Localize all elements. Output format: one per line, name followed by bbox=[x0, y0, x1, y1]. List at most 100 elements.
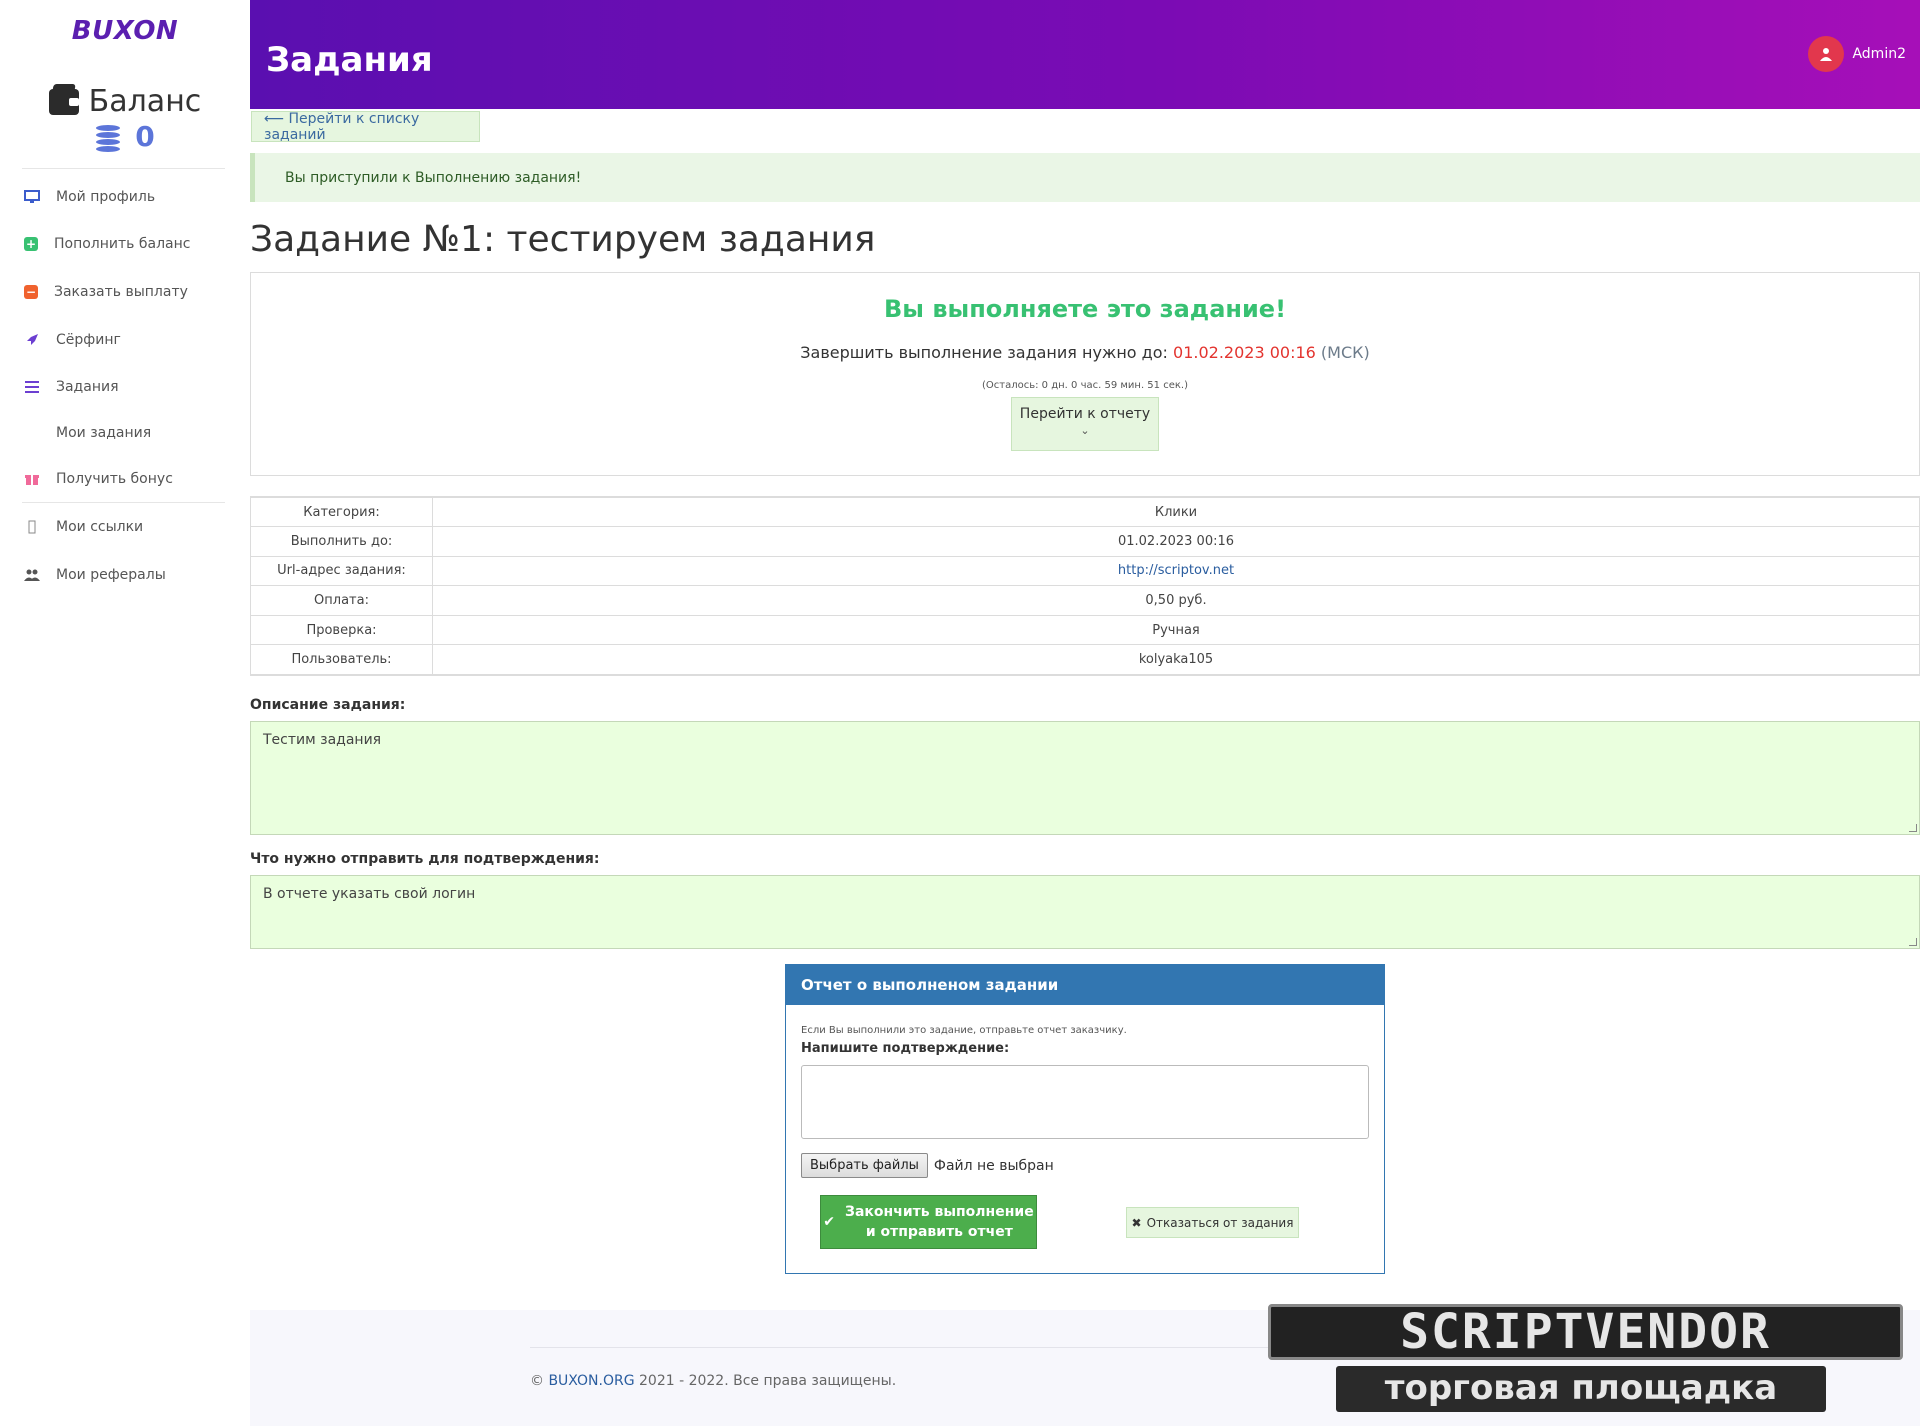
task-title: Задание №1: тестируем задания bbox=[250, 219, 876, 260]
deadline-value: 01.02.2023 00:16 bbox=[1173, 343, 1316, 362]
rocket-icon bbox=[24, 332, 40, 348]
balance-title-text: Баланс bbox=[88, 84, 202, 119]
users-icon bbox=[24, 567, 40, 583]
deadline-line: Завершить выполнение задания нужно до: 0… bbox=[251, 343, 1919, 362]
sidebar-item-label: Мои задания bbox=[56, 425, 152, 441]
confirmation-field[interactable]: В отчете указать свой логин bbox=[250, 875, 1920, 949]
sidebar-divider bbox=[22, 502, 225, 503]
sidebar: BUXON Баланс 0 Мой профиль + Пополнить б… bbox=[0, 0, 250, 1426]
minus-square-icon: − bbox=[24, 285, 38, 299]
checkmark-icon: ✔ bbox=[823, 1214, 836, 1230]
sidebar-item-deposit[interactable]: + Пополнить баланс bbox=[24, 232, 190, 256]
refuse-task-button[interactable]: ✖ Отказаться от задания bbox=[1126, 1207, 1299, 1238]
top-bar: Задания Admin2 bbox=[250, 0, 1920, 109]
table-key: Url-адрес задания: bbox=[250, 555, 433, 587]
brand-logo-text: BUXON bbox=[71, 16, 179, 46]
resize-handle-icon[interactable] bbox=[1909, 938, 1917, 946]
choose-files-button[interactable]: Выбрать файлы bbox=[801, 1153, 928, 1178]
table-value: Ручная bbox=[432, 614, 1920, 646]
description-text: Тестим задания bbox=[263, 732, 382, 748]
table-value: http://scriptov.net bbox=[432, 555, 1920, 587]
user-menu[interactable]: Admin2 bbox=[1808, 36, 1906, 72]
report-hint: Если Вы выполнили это задание, отправьте… bbox=[801, 1025, 1127, 1036]
file-status: Файл не выбран bbox=[933, 1157, 1054, 1174]
sidebar-item-label: Сёрфинг bbox=[56, 332, 121, 348]
finish-button-label: Закончить выполнение и отправить отчет bbox=[845, 1202, 1034, 1242]
sidebar-item-label: Мои ссылки bbox=[56, 519, 144, 535]
table-value: Клики bbox=[432, 496, 1920, 528]
sidebar-item-withdraw[interactable]: − Заказать выплату bbox=[24, 280, 188, 304]
task-status-heading: Вы выполняете это задание! bbox=[883, 295, 1287, 323]
back-to-tasks-button[interactable]: ⟵ Перейти к списку заданий bbox=[251, 110, 480, 143]
brand-logo[interactable]: BUXON bbox=[0, 16, 250, 46]
refuse-task-label: Отказаться от задания bbox=[1146, 1215, 1294, 1230]
watermark: SCRIPTVENDOR торговая площадка bbox=[1268, 1304, 1903, 1414]
table-row: Категория: Клики bbox=[250, 496, 1920, 528]
coins-icon bbox=[95, 122, 125, 153]
deadline-prefix: Завершить выполнение задания нужно до: bbox=[800, 343, 1168, 362]
report-panel-header: Отчет о выполненом задании bbox=[786, 965, 1384, 1005]
finish-and-send-report-button[interactable]: ✔ Закончить выполнение и отправить отчет bbox=[820, 1195, 1037, 1249]
sidebar-item-my-tasks[interactable]: Мои задания bbox=[24, 421, 151, 445]
deadline-timezone: (МСК) bbox=[1320, 343, 1370, 362]
user-avatar-icon bbox=[1808, 36, 1845, 72]
sidebar-item-tasks[interactable]: Задания bbox=[24, 375, 119, 399]
sidebar-item-label: Пополнить баланс bbox=[54, 236, 191, 252]
sidebar-divider bbox=[22, 168, 225, 169]
sidebar-item-label: Мои рефералы bbox=[56, 567, 166, 583]
sidebar-item-referrals[interactable]: Мои рефералы bbox=[24, 563, 166, 587]
finish-label-line1: Закончить выполнение bbox=[845, 1204, 1034, 1220]
balance-amount: 0 bbox=[0, 120, 250, 153]
watermark-title: SCRIPTVENDOR bbox=[1268, 1304, 1903, 1360]
task-url-link[interactable]: http://scriptov.net bbox=[1118, 563, 1234, 578]
table-value: 0,50 руб. bbox=[432, 585, 1920, 616]
sidebar-item-links[interactable]: Мои ссылки bbox=[24, 515, 143, 539]
table-key: Проверка: bbox=[250, 614, 433, 646]
sidebar-item-label: Заказать выплату bbox=[54, 284, 188, 300]
close-icon: ✖ bbox=[1131, 1215, 1142, 1230]
table-row: Url-адрес задания: http://scriptov.net bbox=[250, 555, 1920, 587]
description-field[interactable]: Тестим задания bbox=[250, 721, 1920, 835]
table-value: 01.02.2023 00:16 bbox=[432, 526, 1920, 557]
chevron-double-down-icon: ⌄ bbox=[1080, 424, 1090, 437]
footer-copyright: © BUXON.ORG 2021 - 2022. Все права защищ… bbox=[530, 1373, 896, 1389]
page-title: Задания bbox=[266, 40, 433, 80]
alert-text: Вы приступили к Выполнению задания! bbox=[285, 169, 582, 186]
back-to-tasks-label: ⟵ Перейти к списку заданий bbox=[264, 110, 420, 143]
sidebar-item-label: Мой профиль bbox=[56, 189, 156, 205]
table-row: Пользователь: kolyaka105 bbox=[250, 644, 1920, 676]
table-row: Оплата: 0,50 руб. bbox=[250, 585, 1920, 616]
sidebar-item-label: Задания bbox=[56, 379, 119, 395]
footer-rights-text: 2021 - 2022. Все права защищены. bbox=[639, 1373, 897, 1389]
finish-label-line2: и отправить отчет bbox=[865, 1224, 1013, 1240]
report-panel-title: Отчет о выполненом задании bbox=[801, 976, 1059, 994]
go-to-report-button[interactable]: Перейти к отчету ⌄ bbox=[1011, 397, 1159, 451]
sidebar-item-profile[interactable]: Мой профиль bbox=[24, 185, 155, 209]
confirmation-label: Что нужно отправить для подтверждения: bbox=[250, 851, 600, 867]
link-icon bbox=[24, 519, 40, 535]
wallet-icon bbox=[48, 88, 79, 115]
report-confirmation-textarea[interactable] bbox=[801, 1065, 1369, 1139]
task-status-panel: Вы выполняете это задание! Завершить вып… bbox=[250, 272, 1920, 476]
table-key: Категория: bbox=[250, 496, 433, 528]
success-alert: Вы приступили к Выполнению задания! bbox=[250, 153, 1920, 202]
copyright-symbol: © bbox=[530, 1373, 544, 1389]
balance-title: Баланс bbox=[0, 84, 250, 119]
monitor-icon bbox=[24, 189, 40, 205]
watermark-subtitle: торговая площадка bbox=[1336, 1366, 1826, 1412]
footer-site-link[interactable]: BUXON.ORG bbox=[548, 1373, 634, 1389]
sidebar-item-bonus[interactable]: Получить бонус bbox=[24, 467, 173, 491]
report-panel: Отчет о выполненом задании Если Вы выпол… bbox=[785, 964, 1385, 1274]
table-row: Выполнить до: 01.02.2023 00:16 bbox=[250, 526, 1920, 557]
table-key: Оплата: bbox=[250, 585, 433, 616]
confirmation-text: В отчете указать свой логин bbox=[263, 886, 476, 902]
task-info-table: Категория: Клики Выполнить до: 01.02.202… bbox=[250, 496, 1920, 676]
table-key: Пользователь: bbox=[250, 644, 433, 676]
table-key: Выполнить до: bbox=[250, 526, 433, 557]
sidebar-item-surfing[interactable]: Сёрфинг bbox=[24, 328, 121, 352]
plus-square-icon: + bbox=[24, 237, 38, 251]
file-upload-row: Выбрать файлы Файл не выбран bbox=[801, 1153, 1054, 1178]
resize-handle-icon[interactable] bbox=[1909, 824, 1917, 832]
table-value: kolyaka105 bbox=[432, 644, 1920, 676]
description-label: Описание задания: bbox=[250, 697, 406, 713]
